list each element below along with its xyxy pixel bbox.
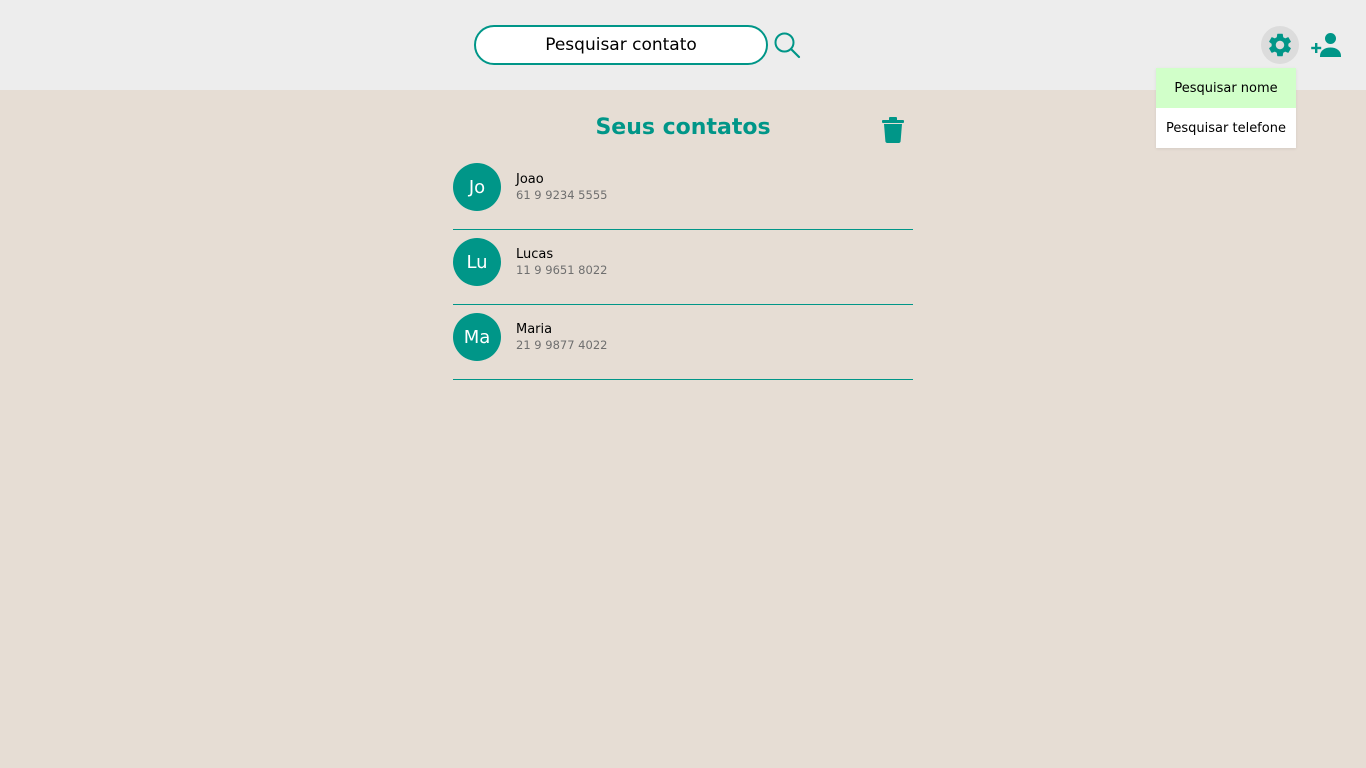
search-icon — [774, 32, 801, 59]
add-contact-button[interactable] — [1310, 28, 1344, 62]
dropdown-item-label: Pesquisar telefone — [1166, 120, 1286, 136]
contact-name: Joao — [516, 172, 544, 187]
contact-row[interactable]: Jo Joao 61 9 9234 5555 — [453, 155, 913, 230]
delete-button[interactable] — [879, 115, 907, 145]
search-mode-dropdown: Pesquisar nome Pesquisar telefone — [1156, 68, 1296, 148]
avatar: Ma — [453, 313, 501, 361]
avatar: Jo — [453, 163, 501, 211]
trash-icon — [882, 117, 904, 143]
contact-phone: 21 9 9877 4022 — [516, 338, 608, 352]
contact-phone: 11 9 9651 8022 — [516, 263, 608, 277]
settings-button[interactable] — [1261, 26, 1299, 64]
gear-icon — [1269, 33, 1291, 57]
contact-phone: 61 9 9234 5555 — [516, 188, 608, 202]
dropdown-item-label: Pesquisar nome — [1174, 80, 1278, 96]
dropdown-item-search-name[interactable]: Pesquisar nome — [1156, 68, 1296, 108]
contact-name: Maria — [516, 322, 553, 337]
search-input[interactable] — [474, 25, 768, 65]
contact-row[interactable]: Lu Lucas 11 9 9651 8022 — [453, 230, 913, 305]
contact-row[interactable]: Ma Maria 21 9 9877 4022 — [453, 305, 913, 380]
page-title: Seus contatos — [595, 115, 771, 140]
panel-header: Seus contatos — [453, 105, 913, 155]
person-add-icon — [1311, 33, 1341, 57]
dropdown-item-search-phone[interactable]: Pesquisar telefone — [1156, 108, 1296, 148]
contact-name: Lucas — [516, 247, 554, 262]
search-button[interactable] — [772, 29, 804, 61]
avatar: Lu — [453, 238, 501, 286]
contacts-panel: Seus contatos Jo Joao 61 9 9234 5555 Lu … — [453, 105, 913, 380]
